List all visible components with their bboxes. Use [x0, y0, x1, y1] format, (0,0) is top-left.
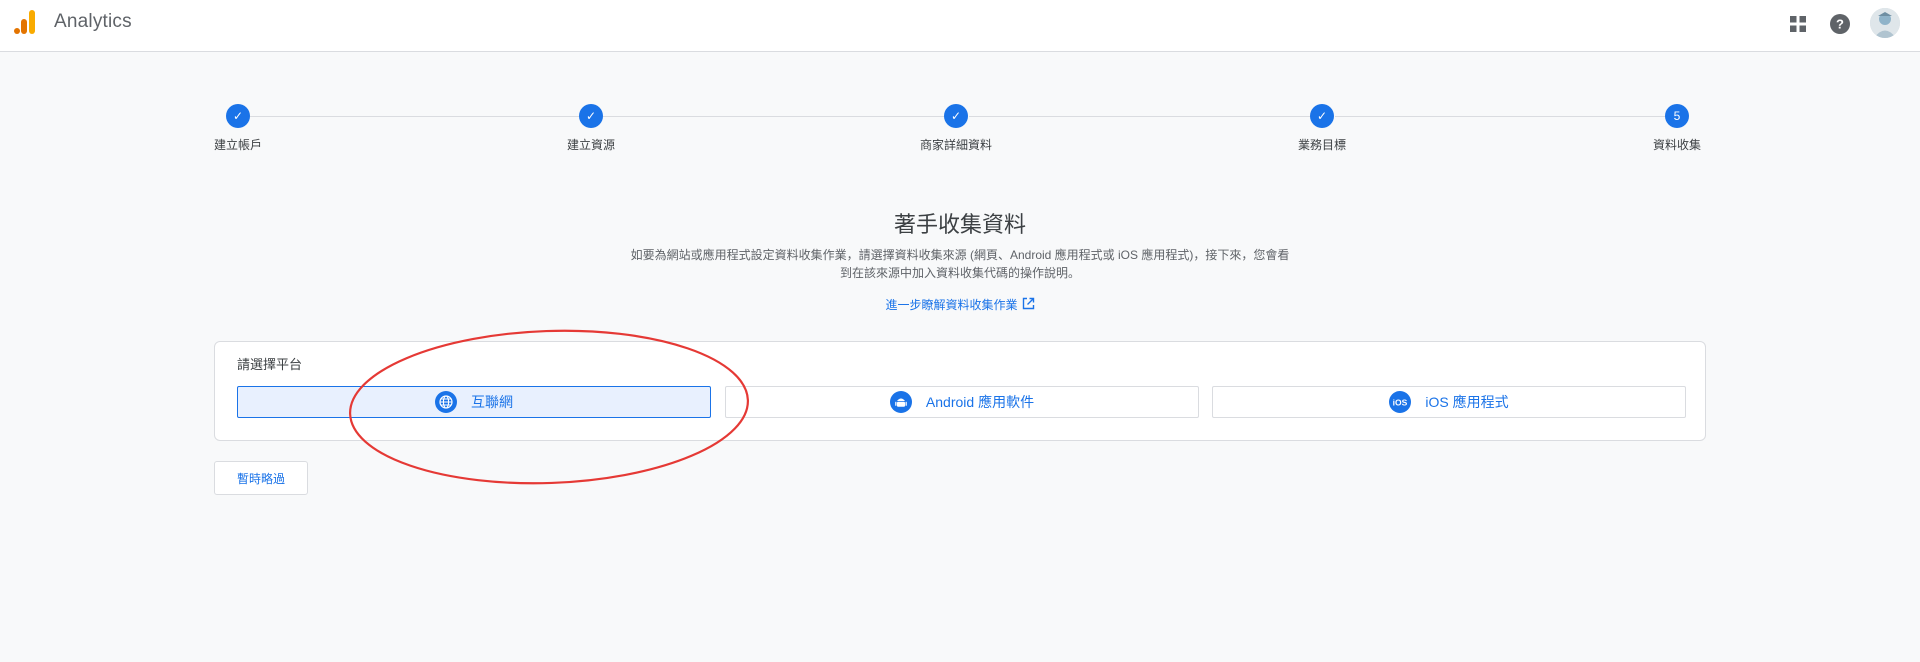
platform-label: 請選擇平台	[237, 357, 303, 372]
platform-web-button[interactable]: 互聯網	[237, 386, 711, 418]
step-create-account: ✓ 建立帳戶	[178, 104, 298, 153]
step-label: 建立資源	[566, 138, 615, 152]
platform-selection-card: 請選擇平台 互聯網 Android 應用軟件 iOS iOS 應用程式	[214, 341, 1706, 441]
page-description: 如要為網站或應用程式設定資料收集作業，請選擇資料收集來源 (網頁、Android…	[580, 246, 1340, 282]
ios-icon: iOS	[1389, 391, 1412, 413]
description-line: 到在該來源中加入資料收集代碼的操作說明。	[839, 266, 1080, 280]
external-link-icon	[1022, 297, 1035, 313]
globe-icon	[435, 391, 457, 413]
step-business-objectives: ✓ 業務目標	[1262, 104, 1382, 153]
android-icon	[889, 391, 912, 413]
platform-ios-button[interactable]: iOS iOS 應用程式	[1212, 386, 1686, 418]
step-label: 資料收集	[1652, 138, 1701, 152]
step-number-badge: 5	[1665, 104, 1689, 128]
description-line: 如要為網站或應用程式設定資料收集作業，請選擇資料收集來源 (網頁、Android…	[630, 248, 1290, 262]
skip-for-now-button[interactable]: 暫時略過	[214, 461, 308, 495]
learn-more-link[interactable]: 進一步瞭解資料收集作業	[885, 296, 1034, 313]
learn-more-label: 進一步瞭解資料收集作業	[885, 298, 1018, 312]
step-create-property: ✓ 建立資源	[531, 104, 651, 153]
step-check-icon: ✓	[1310, 104, 1334, 128]
page-title: 著手收集資料	[893, 212, 1026, 237]
step-check-icon: ✓	[944, 104, 968, 128]
platform-android-label: Android 應用軟件	[925, 394, 1035, 410]
learn-more-container: 進一步瞭解資料收集作業	[0, 296, 1920, 313]
platform-web-label: 互聯網	[471, 394, 513, 410]
svg-text:iOS: iOS	[1393, 398, 1408, 408]
step-check-icon: ✓	[226, 104, 250, 128]
platform-android-button[interactable]: Android 應用軟件	[725, 386, 1199, 418]
step-business-details: ✓ 商家詳細資料	[896, 104, 1016, 153]
platform-ios-label: iOS 應用程式	[1425, 394, 1509, 410]
step-data-collection: 5 資料收集	[1617, 104, 1737, 153]
step-label: 商家詳細資料	[919, 138, 992, 152]
step-check-icon: ✓	[579, 104, 603, 128]
step-label: 建立帳戶	[213, 138, 262, 152]
setup-stepper: ✓ 建立帳戶 ✓ 建立資源 ✓ 商家詳細資料 ✓ 業務目標 5 資料收集	[0, 0, 1920, 170]
step-label: 業務目標	[1297, 138, 1346, 152]
